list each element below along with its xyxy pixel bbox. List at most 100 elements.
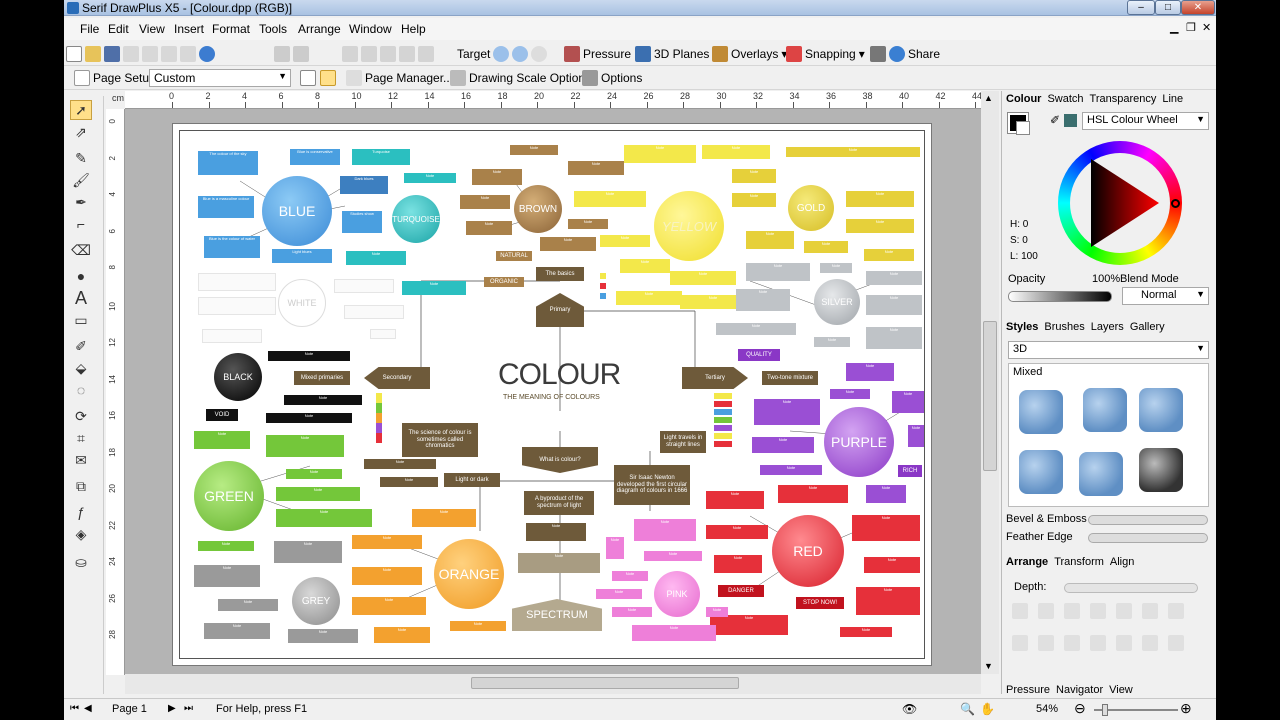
- group-icon[interactable]: [399, 46, 415, 62]
- node-white[interactable]: WHITE: [278, 279, 326, 327]
- tab-view[interactable]: View: [1109, 684, 1133, 696]
- node-purple[interactable]: PURPLE: [824, 407, 894, 477]
- feather-slider[interactable]: [1088, 533, 1208, 543]
- tab-transparency[interactable]: Transparency: [1090, 93, 1157, 105]
- paste-icon[interactable]: [161, 46, 177, 62]
- menu-help[interactable]: Help: [401, 22, 426, 36]
- menu-view[interactable]: View: [139, 22, 165, 36]
- depth-slider[interactable]: [1064, 583, 1198, 593]
- tab-styles[interactable]: Styles: [1006, 321, 1038, 333]
- add-icon[interactable]: [1064, 635, 1080, 651]
- node-red[interactable]: RED: [772, 515, 844, 587]
- node-black[interactable]: BLACK: [214, 353, 262, 401]
- new-icon[interactable]: [66, 46, 82, 62]
- distribute-icon[interactable]: [361, 46, 377, 62]
- horizontal-scroll-thumb[interactable]: [471, 677, 739, 689]
- colour-wheel[interactable]: [1058, 141, 1182, 265]
- menu-insert[interactable]: Insert: [174, 22, 204, 36]
- 3d-planes-button[interactable]: 3D Planes▾: [635, 44, 718, 64]
- node-orange[interactable]: ORANGE: [434, 539, 504, 609]
- page-manager-button[interactable]: Page Manager...: [346, 68, 453, 88]
- intersect-icon[interactable]: [1116, 635, 1132, 651]
- pointer-tool-icon[interactable]: ➚: [70, 100, 92, 120]
- colour-mode-dropdown[interactable]: HSL Colour Wheel ▼: [1082, 112, 1209, 130]
- gear-style-6[interactable]: [1139, 448, 1183, 492]
- align-icon[interactable]: [342, 46, 358, 62]
- vertical-scroll-thumb[interactable]: [983, 321, 997, 471]
- tab-colour[interactable]: Colour: [1006, 93, 1041, 105]
- pen-tool-icon[interactable]: ✒: [70, 192, 92, 212]
- undo-icon[interactable]: [274, 46, 290, 62]
- blend-tool-icon[interactable]: ⧉: [70, 476, 92, 496]
- page-indicator[interactable]: Page 1: [112, 703, 147, 715]
- scroll-up-icon[interactable]: ▲: [984, 93, 993, 103]
- node-turquoise[interactable]: TURQUOISE: [392, 195, 440, 243]
- cut-icon[interactable]: [123, 46, 139, 62]
- colour-mode-swatch[interactable]: [1064, 114, 1077, 127]
- back-one-icon[interactable]: [1090, 603, 1106, 619]
- dropper-tool-icon[interactable]: ✐: [70, 336, 92, 356]
- combine-icon[interactable]: [1012, 635, 1028, 651]
- exclude-icon[interactable]: [1142, 635, 1158, 651]
- rotate-left-icon[interactable]: [1116, 603, 1132, 619]
- share-icon[interactable]: [889, 46, 905, 62]
- scroll-down-icon[interactable]: ▼: [984, 661, 993, 671]
- effects-tool-icon[interactable]: ƒ: [70, 502, 92, 522]
- crop-tool-icon[interactable]: ⌗: [70, 428, 92, 448]
- overlays-button[interactable]: Overlays ▾: [712, 44, 787, 64]
- gear-style-3[interactable]: [1139, 388, 1183, 432]
- ungroup-icon[interactable]: [418, 46, 434, 62]
- close-button[interactable]: ✕: [1181, 0, 1215, 15]
- envelope-tool-icon[interactable]: ✉: [70, 450, 92, 470]
- target-icon-3[interactable]: [531, 46, 548, 62]
- target-icon-2[interactable]: [512, 46, 529, 62]
- node-yellow[interactable]: YELLOW: [654, 191, 724, 261]
- node-green[interactable]: GREEN: [194, 461, 264, 531]
- pressure-button[interactable]: Pressure: [564, 44, 631, 64]
- frame-text-tool-icon[interactable]: ▭: [70, 310, 92, 330]
- style-category-dropdown[interactable]: 3D ▼: [1008, 341, 1209, 359]
- node-gold[interactable]: GOLD: [788, 185, 834, 231]
- prev-page-icon[interactable]: ◀: [84, 703, 92, 714]
- mdi-restore-button[interactable]: ❐: [1186, 21, 1196, 34]
- pan-tool-icon[interactable]: ✋: [980, 702, 995, 716]
- save-icon[interactable]: [104, 46, 120, 62]
- tab-arrange[interactable]: Arrange: [1006, 556, 1048, 568]
- tab-gallery[interactable]: Gallery: [1130, 321, 1165, 333]
- share-label[interactable]: Share: [908, 47, 940, 61]
- tab-align[interactable]: Align: [1110, 556, 1134, 568]
- first-page-icon[interactable]: ⏮: [70, 703, 79, 714]
- connector-tool-icon[interactable]: ⌐: [70, 214, 92, 234]
- mind-map[interactable]: The colour of the sky Blue is conservati…: [179, 130, 925, 659]
- gear-style-4[interactable]: [1019, 450, 1063, 494]
- portrait-icon[interactable]: [300, 70, 316, 86]
- mdi-close-button[interactable]: ✕: [1202, 21, 1211, 34]
- open-icon[interactable]: [85, 46, 101, 62]
- flip-h-icon[interactable]: [1168, 603, 1184, 619]
- zoom-slider[interactable]: [1094, 704, 1178, 716]
- tab-navigator[interactable]: Navigator: [1056, 684, 1103, 696]
- menu-arrange[interactable]: Arrange: [298, 22, 341, 36]
- landscape-icon[interactable]: [320, 70, 336, 86]
- redo-icon[interactable]: [293, 46, 309, 62]
- print-icon[interactable]: [870, 46, 886, 62]
- stamp-tool-icon[interactable]: ⛀: [70, 552, 92, 572]
- text-tool-icon[interactable]: A: [70, 288, 92, 308]
- dropper-icon[interactable]: ✐: [1050, 113, 1060, 127]
- drawing-scale-button[interactable]: Drawing Scale Options: [450, 68, 591, 88]
- tab-brushes[interactable]: Brushes: [1044, 321, 1084, 333]
- style-subcategory[interactable]: Mixed: [1013, 366, 1042, 378]
- drawing-page[interactable]: The colour of the sky Blue is conservati…: [172, 123, 932, 666]
- shape-tool-icon[interactable]: ●: [70, 266, 92, 286]
- menu-window[interactable]: Window: [349, 22, 392, 36]
- web-icon[interactable]: [199, 46, 215, 62]
- brush-tool-icon[interactable]: 🖌: [70, 170, 92, 190]
- opacity-slider[interactable]: [1008, 291, 1112, 302]
- split-icon[interactable]: [1038, 635, 1054, 651]
- blend-mode-dropdown[interactable]: Normal ▼: [1122, 287, 1209, 305]
- tab-line[interactable]: Line: [1162, 93, 1183, 105]
- node-pink[interactable]: PINK: [654, 571, 700, 617]
- tab-transform[interactable]: Transform: [1054, 556, 1104, 568]
- vertical-scrollbar[interactable]: ▲ ▼: [981, 91, 999, 674]
- menu-format[interactable]: Format: [212, 22, 250, 36]
